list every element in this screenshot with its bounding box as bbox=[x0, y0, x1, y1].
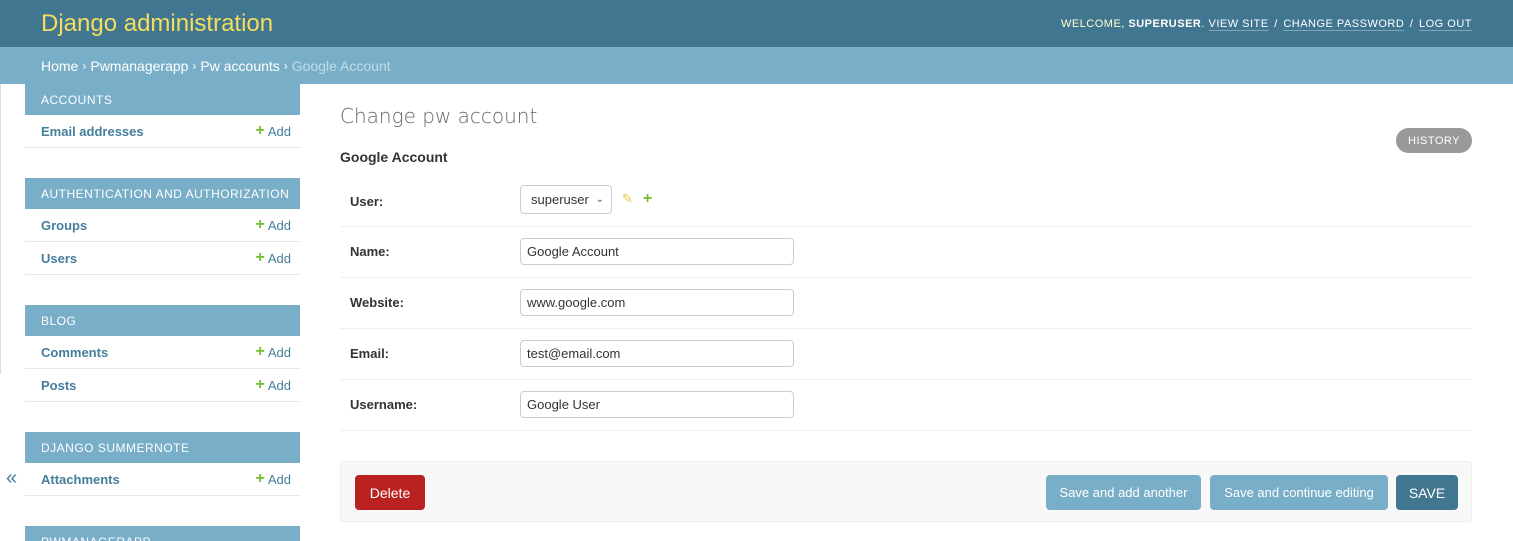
add-label: Add bbox=[267, 123, 291, 139]
plus-icon[interactable]: + bbox=[643, 191, 652, 207]
save-button[interactable]: SAVE bbox=[1396, 475, 1458, 510]
user-label: User: bbox=[350, 194, 384, 209]
model-link-posts[interactable]: Posts bbox=[41, 378, 76, 393]
pencil-icon[interactable]: ✎ bbox=[622, 191, 633, 207]
add-label: Add bbox=[267, 344, 291, 360]
model-link-groups[interactable]: Groups bbox=[41, 218, 87, 233]
breadcrumb-current: Google Account bbox=[291, 57, 391, 74]
page-title: Change pw account bbox=[340, 104, 538, 128]
plus-icon: + bbox=[255, 249, 265, 266]
module-caption-accounts[interactable]: Accounts bbox=[25, 84, 300, 115]
history-button[interactable]: History bbox=[1396, 128, 1472, 153]
site-branding[interactable]: Django administration bbox=[41, 10, 273, 38]
save-and-add-another-button[interactable]: Save and add another bbox=[1046, 475, 1201, 510]
model-link-comments[interactable]: Comments bbox=[41, 345, 108, 360]
form-row-user: User: superuser ⌄ ✎ + bbox=[340, 174, 1472, 227]
breadcrumb-model[interactable]: Pw accounts bbox=[200, 58, 279, 74]
add-label: Add bbox=[267, 471, 291, 487]
sidebar-item-attachments: Attachments + Add bbox=[25, 463, 300, 496]
view-site-link[interactable]: View site bbox=[1208, 17, 1269, 31]
plus-icon: + bbox=[255, 343, 265, 360]
model-link-users[interactable]: Users bbox=[41, 251, 77, 266]
website-input[interactable] bbox=[520, 289, 794, 316]
username-input[interactable] bbox=[520, 391, 794, 418]
breadcrumb-separator: › bbox=[283, 58, 288, 73]
add-email-address-link[interactable]: + Add bbox=[256, 123, 291, 139]
collapse-icon[interactable]: « bbox=[6, 467, 17, 490]
module-caption-auth[interactable]: Authentication and Authorization bbox=[25, 178, 300, 209]
breadcrumb-separator: › bbox=[82, 58, 87, 73]
sidebar-item-groups: Groups + Add bbox=[25, 209, 300, 242]
username-field bbox=[520, 391, 794, 418]
user-select-value: superuser bbox=[531, 192, 589, 207]
add-label: Add bbox=[267, 250, 291, 266]
website-label: Website: bbox=[350, 295, 404, 310]
module-caption-blog[interactable]: Blog bbox=[25, 305, 300, 336]
add-attachment-link[interactable]: + Add bbox=[256, 471, 291, 487]
user-field: superuser ⌄ ✎ + bbox=[520, 185, 652, 214]
module-caption-pwmanagerapp[interactable]: Pwmanagerapp bbox=[25, 526, 300, 541]
add-label: Add bbox=[267, 217, 291, 233]
plus-icon: + bbox=[255, 122, 265, 139]
sidebar-item-posts: Posts + Add bbox=[25, 369, 300, 402]
plus-icon: + bbox=[255, 470, 265, 487]
user-select[interactable]: superuser ⌄ bbox=[520, 185, 612, 214]
name-input[interactable] bbox=[520, 238, 794, 265]
related-widget-icons: ✎ + bbox=[622, 191, 652, 207]
breadcrumb-app[interactable]: Pwmanagerapp bbox=[90, 58, 188, 74]
save-and-continue-button[interactable]: Save and continue editing bbox=[1210, 475, 1388, 510]
welcome-text: Welcome, bbox=[1060, 17, 1125, 30]
form-row-username: Username: bbox=[340, 380, 1472, 431]
add-post-link[interactable]: + Add bbox=[256, 377, 291, 393]
left-divider bbox=[0, 84, 1, 374]
model-link-email-addresses[interactable]: Email addresses bbox=[41, 124, 144, 139]
change-password-link[interactable]: Change password bbox=[1283, 17, 1405, 31]
sidebar-item-comments: Comments + Add bbox=[25, 336, 300, 369]
add-label: Add bbox=[267, 377, 291, 393]
separator: / bbox=[1409, 17, 1414, 30]
form-row-website: Website: bbox=[340, 278, 1472, 329]
module-caption-summernote[interactable]: Django Summernote bbox=[25, 432, 300, 463]
username-label: Username: bbox=[350, 397, 418, 412]
sidebar-item-users: Users + Add bbox=[25, 242, 300, 275]
chevron-down-icon: ⌄ bbox=[595, 194, 604, 205]
add-comment-link[interactable]: + Add bbox=[256, 344, 291, 360]
username: superuser bbox=[1128, 17, 1202, 30]
sidebar-item-email-addresses: Email addresses + Add bbox=[25, 115, 300, 148]
add-user-link[interactable]: + Add bbox=[256, 250, 291, 266]
user-tools: Welcome, superuser. View site / Change p… bbox=[1060, 17, 1472, 31]
form-row-name: Name: bbox=[340, 227, 1472, 278]
delete-button[interactable]: Delete bbox=[355, 475, 425, 510]
email-field bbox=[520, 340, 794, 367]
log-out-link[interactable]: Log out bbox=[1418, 17, 1472, 31]
header: Django administration Welcome, superuser… bbox=[0, 0, 1513, 47]
plus-icon: + bbox=[255, 216, 265, 233]
submit-row: Delete Save and add another Save and con… bbox=[340, 461, 1472, 522]
separator: / bbox=[1274, 17, 1278, 30]
email-label: Email: bbox=[350, 346, 390, 361]
breadcrumb: Home › Pwmanagerapp › Pw accounts › Goog… bbox=[0, 47, 1513, 84]
add-group-link[interactable]: + Add bbox=[256, 217, 291, 233]
object-name: Google Account bbox=[340, 149, 448, 165]
nav-sidebar: Accounts Email addresses + Add Authentica… bbox=[25, 84, 300, 541]
breadcrumb-home[interactable]: Home bbox=[41, 58, 78, 74]
form-row-email: Email: bbox=[340, 329, 1472, 380]
name-label: Name: bbox=[350, 244, 390, 259]
breadcrumb-separator: › bbox=[192, 58, 197, 73]
plus-icon: + bbox=[255, 376, 265, 393]
name-field bbox=[520, 238, 794, 265]
model-link-attachments[interactable]: Attachments bbox=[41, 472, 120, 487]
website-field bbox=[520, 289, 794, 316]
email-input[interactable] bbox=[520, 340, 794, 367]
